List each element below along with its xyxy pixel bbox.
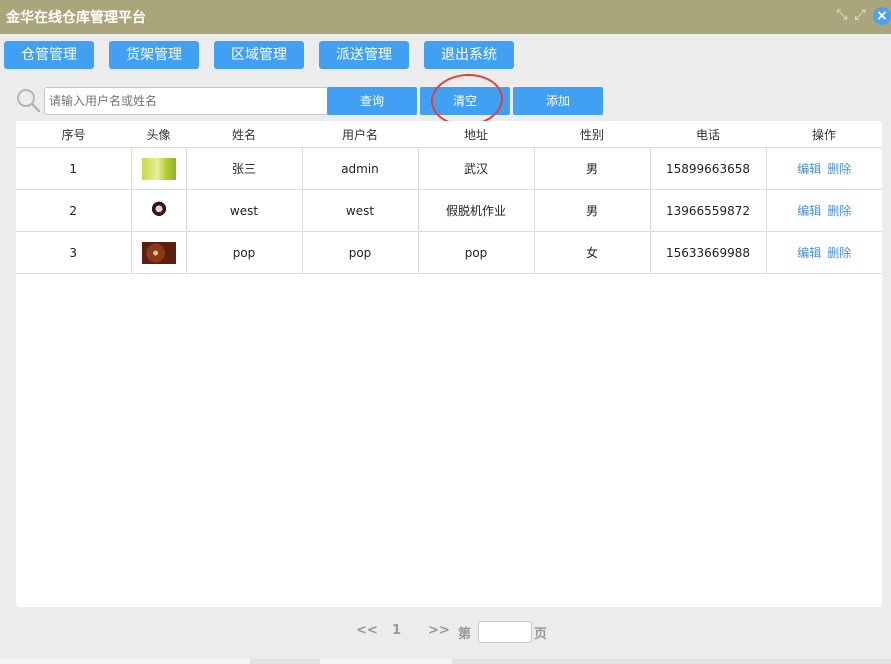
- user-table-panel: 序号 头像 姓名 用户名 地址 性别 电话 操作 1 张三 admin 武汉 男…: [16, 121, 882, 607]
- edit-link[interactable]: 编辑: [797, 162, 821, 176]
- cell-avatar: [130, 231, 187, 274]
- cell-address: pop: [417, 231, 535, 274]
- header-gender: 性别: [534, 121, 650, 148]
- nav-delivery-management[interactable]: 派送管理: [319, 41, 409, 69]
- app-title: 金华在线仓库管理平台: [6, 10, 146, 26]
- cell-phone: 15633669988: [649, 231, 767, 274]
- cell-no: 3: [16, 231, 132, 274]
- user-table: 序号 头像 姓名 用户名 地址 性别 电话 操作 1 张三 admin 武汉 男…: [16, 121, 882, 274]
- edit-link[interactable]: 编辑: [797, 246, 821, 260]
- cell-avatar: [130, 147, 187, 190]
- goto-page-input[interactable]: [478, 621, 532, 643]
- bottom-segment: [0, 659, 250, 664]
- cell-address: 假脱机作业: [417, 189, 535, 232]
- header-no: 序号: [16, 121, 131, 148]
- bottom-segment: [320, 659, 452, 664]
- cell-phone: 13966559872: [649, 189, 767, 232]
- avatar: [145, 199, 172, 222]
- header-phone: 电话: [650, 121, 766, 148]
- nav-logout[interactable]: 退出系统: [424, 41, 514, 69]
- cell-no: 1: [16, 147, 132, 190]
- cell-name: west: [185, 189, 303, 232]
- cell-username: pop: [301, 231, 419, 274]
- header-address: 地址: [418, 121, 534, 148]
- cell-gender: 女: [533, 231, 651, 274]
- clear-button[interactable]: 清空: [420, 87, 510, 115]
- shrink-icon[interactable]: ⤡: [833, 5, 851, 25]
- table-header: 序号 头像 姓名 用户名 地址 性别 电话 操作: [16, 121, 882, 148]
- delete-link[interactable]: 删除: [827, 204, 851, 218]
- bottom-strip: [0, 659, 891, 664]
- add-button[interactable]: 添加: [513, 87, 603, 115]
- prev-page-button[interactable]: <<: [356, 623, 378, 638]
- cell-actions: 编辑 删除: [765, 147, 882, 190]
- cell-avatar: [130, 189, 187, 232]
- header-name: 姓名: [186, 121, 302, 148]
- cell-actions: 编辑 删除: [765, 231, 882, 274]
- header-avatar: 头像: [131, 121, 186, 148]
- title-bar: 金华在线仓库管理平台 ⤡ ⤢ ×: [0, 0, 891, 34]
- cell-name: pop: [185, 231, 303, 274]
- search-icon: [17, 89, 40, 112]
- nav-shelf-management[interactable]: 货架管理: [109, 41, 199, 69]
- query-button[interactable]: 查询: [327, 87, 417, 115]
- cell-actions: 编辑 删除: [765, 189, 882, 232]
- cell-gender: 男: [533, 147, 651, 190]
- nav-area-management[interactable]: 区域管理: [214, 41, 304, 69]
- table-row: 3 pop pop pop 女 15633669988 编辑 删除: [16, 231, 882, 274]
- next-page-button[interactable]: >>: [428, 623, 450, 638]
- goto-prefix: 第: [458, 627, 472, 642]
- delete-link[interactable]: 删除: [827, 162, 851, 176]
- cell-phone: 15899663658: [649, 147, 767, 190]
- table-row: 1 张三 admin 武汉 男 15899663658 编辑 删除: [16, 147, 882, 190]
- cell-gender: 男: [533, 189, 651, 232]
- cell-name: 张三: [185, 147, 303, 190]
- cell-username: west: [301, 189, 419, 232]
- edit-link[interactable]: 编辑: [797, 204, 821, 218]
- close-icon[interactable]: ×: [873, 7, 891, 25]
- current-page[interactable]: 1: [392, 623, 401, 638]
- cell-no: 2: [16, 189, 132, 232]
- goto-suffix: 页: [534, 627, 548, 642]
- header-actions: 操作: [766, 121, 882, 148]
- expand-icon[interactable]: ⤢: [851, 5, 869, 25]
- nav-warehouse-management[interactable]: 仓管管理: [4, 41, 94, 69]
- search-input[interactable]: [44, 87, 332, 115]
- table-row: 2 west west 假脱机作业 男 13966559872 编辑 删除: [16, 189, 882, 232]
- header-username: 用户名: [302, 121, 418, 148]
- search-toolbar: 查询 清空 添加: [16, 86, 616, 116]
- cell-address: 武汉: [417, 147, 535, 190]
- cell-username: admin: [301, 147, 419, 190]
- avatar: [141, 241, 176, 264]
- avatar: [141, 157, 176, 180]
- delete-link[interactable]: 删除: [827, 246, 851, 260]
